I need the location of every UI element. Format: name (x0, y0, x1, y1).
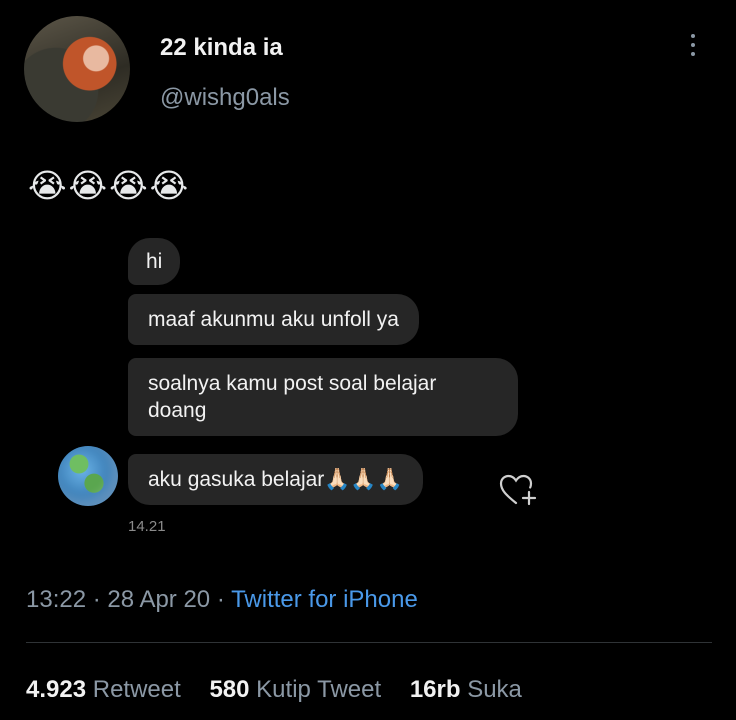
tweet-date[interactable]: 28 Apr 20 (107, 586, 210, 613)
retweets-label: Retweet (92, 676, 181, 703)
retweets-count: 4.923 (26, 676, 87, 703)
chat-bubble: aku gasuka belajar🙏🏻🙏🏻🙏🏻 (128, 454, 423, 505)
likes-count: 16rb (409, 676, 461, 703)
tweet-source-link[interactable]: Twitter for iPhone (231, 586, 418, 613)
meta-separator: · (216, 586, 225, 613)
display-name[interactable]: 22 kinda ia (160, 34, 283, 62)
tweet-text: 😭😭😭😭 (28, 167, 191, 204)
likes-stat[interactable]: 16rb Suka (410, 676, 522, 703)
divider (26, 642, 712, 643)
heart-plus-icon (499, 474, 537, 506)
tweet-meta: 13:22 · 28 Apr 20 · Twitter for iPhone (26, 586, 418, 614)
quotes-label: Kutip Tweet (256, 676, 382, 703)
tweet-time: 13:22 (26, 586, 87, 613)
quote-tweets-stat[interactable]: 580 Kutip Tweet (209, 676, 381, 703)
chat-bubble: soalnya kamu post soal belajar doang (128, 358, 518, 436)
globe-avatar-icon (58, 446, 118, 506)
more-options-icon[interactable] (688, 34, 698, 64)
retweets-stat[interactable]: 4.923 Retweet (26, 676, 181, 703)
tweet-stats: 4.923 Retweet 580 Kutip Tweet 16rb Suka (26, 676, 544, 704)
meta-separator: · (92, 586, 101, 613)
quotes-count: 580 (209, 676, 250, 703)
chat-bubble: hi (128, 238, 181, 285)
chat-bubble: maaf akunmu aku unfoll ya (128, 294, 419, 345)
profile-avatar[interactable] (24, 16, 130, 122)
message-timestamp: 14.21 (128, 518, 166, 535)
likes-label: Suka (467, 676, 522, 703)
user-handle[interactable]: @wishg0als (160, 84, 290, 112)
